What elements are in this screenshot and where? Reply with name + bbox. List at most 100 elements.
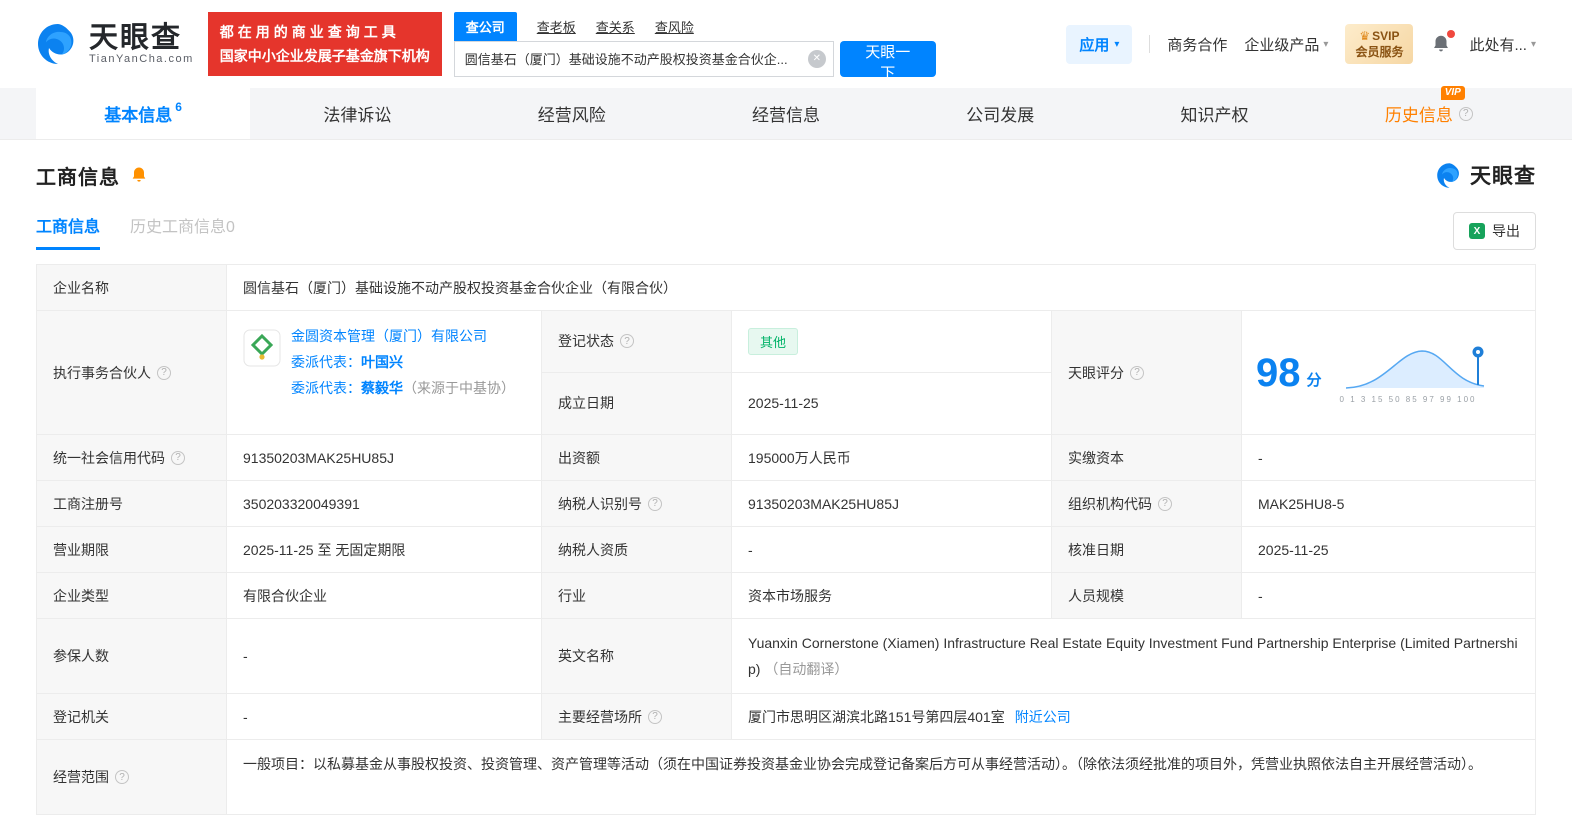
partner-company-link[interactable]: 金圆资本管理（厦门）有限公司 [291,323,515,349]
tianyancha-watermark: 天眼查 [1436,160,1536,190]
row-label-taxpayer-id: 纳税人识别号 ? [542,481,732,526]
business-info-table: 企业名称 圆信基石（厦门）基础设施不动产股权投资基金合伙企业（有限合伙） 执行事… [36,264,1536,815]
row-label-insured-count: 参保人数 [37,619,227,693]
help-icon[interactable]: ? [648,709,662,724]
tab-operation-info[interactable]: 经营信息 [679,88,893,139]
search-tab-risk[interactable]: 查风险 [655,17,694,41]
link-business-cooperation[interactable]: 商务合作 [1167,34,1227,55]
header-right-nav: 应用 ▾ 商务合作 企业级产品 ▾ ♛ SVIP 会员服务 此处有... ▾ [1066,24,1536,64]
table-row-company-name: 企业名称 圆信基石（厦门）基础设施不动产股权投资基金合伙企业（有限合伙） [37,265,1535,311]
row-label-establish-date: 成立日期 [542,372,732,434]
table-row-english-name: 参保人数 - 英文名称 Yuanxin Cornerstone (Xiamen)… [37,619,1535,694]
nearby-companies-link[interactable]: 附近公司 [1015,707,1071,727]
tab-legal-litigation[interactable]: 法律诉讼 [250,88,464,139]
status-date-block: 登记状态 ? 其他 成立日期 2025-11-25 [542,311,1052,434]
tab-operation-risk[interactable]: 经营风险 [465,88,679,139]
search-tabs: 查公司 查老板 查关系 查风险 [453,11,936,41]
score-value: 98 [1256,350,1301,395]
score-axis: 0 1 3 15 50 85 97 99 100 [1339,394,1477,404]
org-code-value: MAK25HU8-5 [1258,495,1345,512]
help-icon[interactable]: ? [1458,106,1473,121]
table-row-address: 登记机关 - 主要经营场所 ? 厦门市思明区湖滨北路151号第四层401室 附近… [37,694,1535,740]
rep1-name-link[interactable]: 叶国兴 [361,354,403,370]
tianyancha-page: 天眼查 TianYanCha.com 都在用的商业查询工具 国家中小企业发展子基… [0,0,1572,816]
tab-basic-info[interactable]: 基本信息 6 [36,88,251,139]
row-label-approval-date: 核准日期 [1052,527,1242,572]
rep-prefix: 委派代表： [291,354,361,370]
tab-company-development[interactable]: 公司发展 [893,88,1107,139]
credit-code-value: 91350203MAK25HU85J [227,435,542,480]
row-label-tianyan-score: 天眼评分 ? [1052,311,1242,434]
score-cell: 98 分 0 1 3 15 50 85 97 99 100 [1242,311,1535,434]
help-icon[interactable]: ? [1158,496,1172,511]
row-label-company-type: 企业类型 [37,573,227,618]
business-address-value: 厦门市思明区湖滨北路151号第四层401室 附近公司 [748,707,1071,727]
row-label-business-scope: 经营范围 ? [37,740,227,814]
tab-intellectual-property[interactable]: 知识产权 [1107,88,1321,139]
partner-logo-icon [243,329,281,367]
auto-translate-note: （自动翻译） [764,661,849,677]
row-label-registration-number: 工商注册号 [37,481,227,526]
export-button[interactable]: X 导出 [1453,212,1536,250]
row-label-taxpayer-qualification: 纳税人资质 [542,527,732,572]
tianyancha-logo[interactable]: 天眼查 TianYanCha.com [36,22,194,66]
row-label-paid-capital: 实缴资本 [1052,435,1242,480]
paid-capital-value: - [1258,449,1263,466]
row-label-registration-authority: 登记机关 [37,694,227,739]
insured-count-value: - [227,619,542,693]
svip-badge[interactable]: ♛ SVIP 会员服务 [1345,24,1414,64]
help-icon[interactable]: ? [648,496,662,511]
score-chart: 0 1 3 15 50 85 97 99 100 [1340,342,1490,404]
subscribe-bell-icon[interactable] [129,165,149,185]
industry-value: 资本市场服务 [732,573,1052,618]
subtab-business-info[interactable]: 工商信息 [36,213,101,250]
row-label-executive-partner: 执行事务合伙人 ? [37,311,227,434]
tab-history-info[interactable]: VIP 历史信息 ? [1322,86,1536,139]
help-icon[interactable]: ? [620,334,634,349]
score-curve-icon [1345,346,1484,389]
main-content: 工商信息 天眼查 工商信息 历史工商信息0 X 导出 企业名称 圆信基石（厦门）… [0,140,1572,815]
help-icon[interactable]: ? [115,770,129,784]
divider [1149,35,1151,53]
row-label-org-code: 组织机构代码 ? [1052,481,1242,526]
partner-company-logo[interactable] [243,329,281,370]
contribution-value: 195000万人民币 [732,435,1052,480]
business-scope-value: 一般项目：以私募基金从事股权投资、投资管理、资产管理等活动（须在中国证券投资基金… [243,756,1482,772]
vip-flag: VIP [1440,86,1465,100]
row-label-english-name: 英文名称 [542,619,732,693]
rep2-name-link[interactable]: 蔡毅华 [361,380,403,396]
search-tab-company[interactable]: 查公司 [453,11,517,41]
help-icon[interactable]: ? [171,450,185,465]
help-icon[interactable]: ? [157,365,171,380]
subtab-history-business-info[interactable]: 历史工商信息0 [130,213,235,250]
search-tab-relation[interactable]: 查关系 [596,17,635,41]
section-header: 工商信息 天眼查 [36,160,1536,190]
search-input[interactable] [453,40,834,77]
establish-date-value: 2025-11-25 [732,372,1052,434]
rep2-source-note: （来源于中基协） [403,380,515,396]
section-title: 工商信息 [36,166,120,189]
app-menu[interactable]: 应用 ▾ [1066,24,1133,64]
promo-line2: 国家中小企业发展子基金旗下机构 [219,48,430,64]
user-menu[interactable]: 此处有... ▾ [1469,34,1536,55]
clear-search-icon[interactable]: ✕ [807,49,826,68]
english-name-value: Yuanxin Cornerstone (Xiamen) Infrastruct… [748,635,1518,677]
approval-date-value: 2025-11-25 [1258,541,1329,558]
row-label-registration-status: 登记状态 ? [542,311,732,372]
top-header: 天眼查 TianYanCha.com 都在用的商业查询工具 国家中小企业发展子基… [0,0,1572,88]
chevron-down-icon: ▾ [1323,38,1329,50]
promo-banner: 都在用的商业查询工具 国家中小企业发展子基金旗下机构 [207,12,442,76]
table-row-partner: 执行事务合伙人 ? 金圆资本管理（厦门）有限公司 委派代表：叶国兴 委派代表：蔡… [37,311,1535,435]
rep-prefix: 委派代表： [291,380,361,396]
search-button[interactable]: 天眼一下 [839,40,936,82]
help-icon[interactable]: ? [1130,365,1144,380]
table-row: 统一社会信用代码 ? 91350203MAK25HU85J 出资额 195000… [37,435,1535,481]
tianyancha-logo-icon [38,24,74,64]
table-row: 企业类型 有限合伙企业 行业 资本市场服务 人员规模 - [37,573,1535,619]
excel-icon: X [1469,223,1485,239]
company-type-value: 有限合伙企业 [227,573,542,618]
table-row: 工商注册号 350203320049391 纳税人识别号 ? 91350203M… [37,481,1535,527]
link-enterprise-products[interactable]: 企业级产品 ▾ [1244,34,1328,55]
search-tab-boss[interactable]: 查老板 [537,17,576,41]
notification-bell-icon[interactable] [1430,30,1456,55]
